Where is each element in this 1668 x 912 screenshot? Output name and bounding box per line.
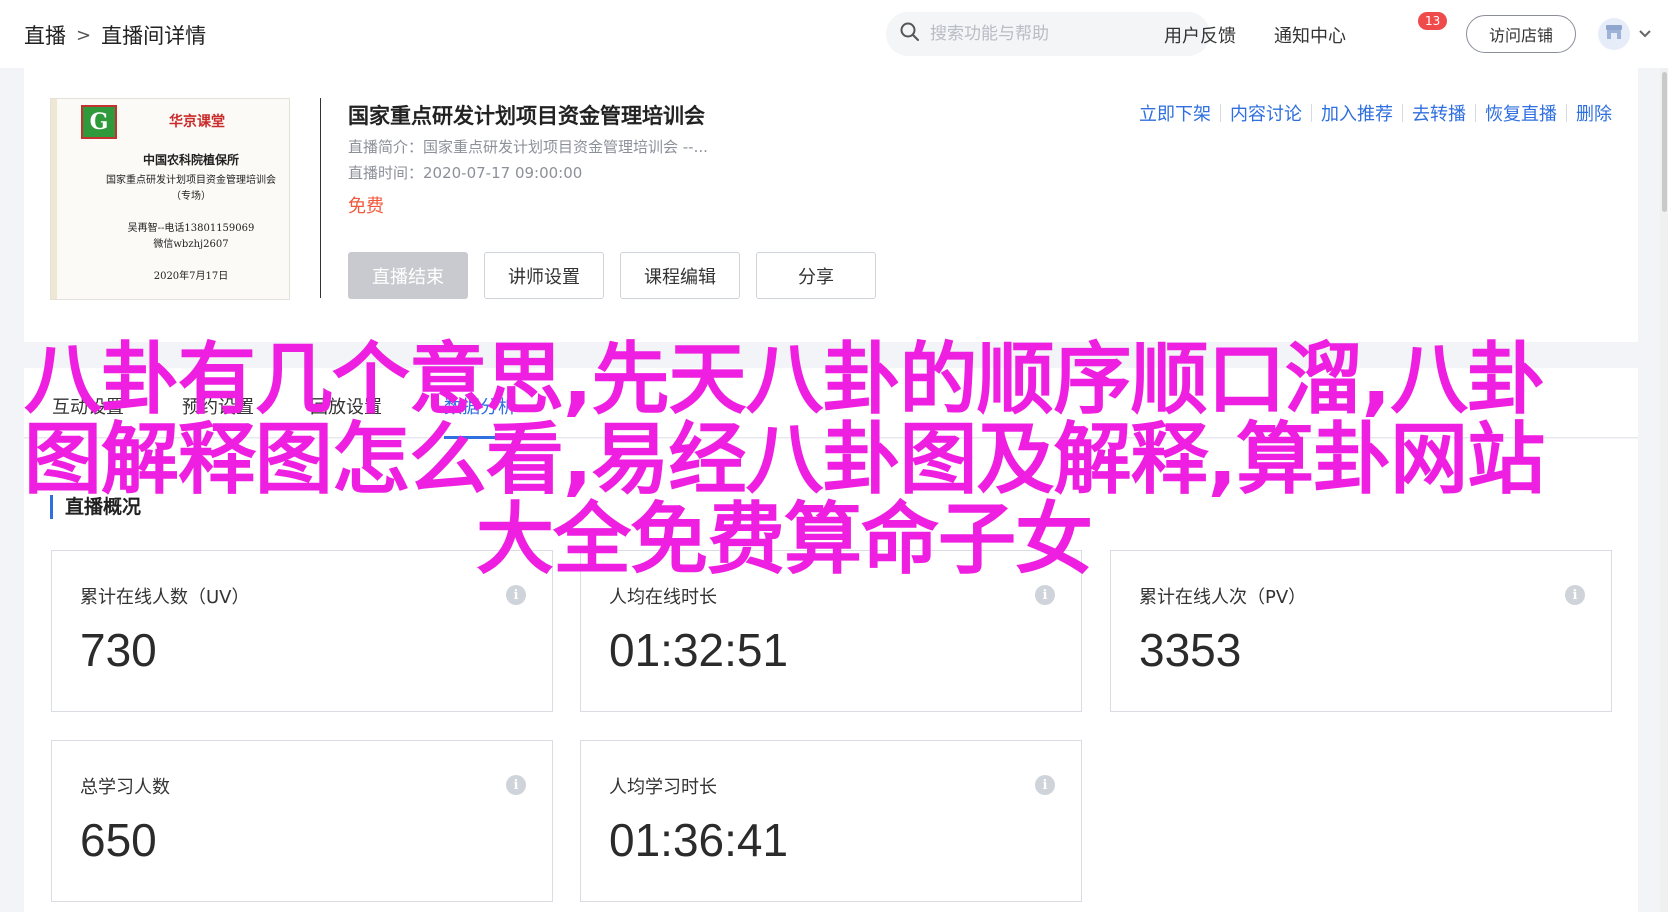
stat-card-avg-learning-time: 人均学习时长 01:36:41 i	[580, 740, 1082, 902]
store-icon	[1605, 24, 1623, 44]
cover-tag: （专场）	[171, 191, 211, 202]
brand-logo-icon: G	[81, 105, 117, 139]
stat-label: 总学习人数	[80, 777, 170, 798]
info-icon[interactable]: i	[1035, 585, 1055, 605]
end-live-button[interactable]: 直播结束	[348, 252, 468, 299]
search-input[interactable]	[930, 24, 1180, 44]
lecturer-settings-button[interactable]: 讲师设置	[484, 252, 604, 299]
delete-link[interactable]: 删除	[1576, 100, 1612, 126]
course-title: 国家重点研发计划项目资金管理培训会	[348, 104, 705, 128]
info-icon[interactable]: i	[506, 775, 526, 795]
recommend-link[interactable]: 加入推荐	[1321, 100, 1393, 126]
feedback-link[interactable]: 用户反馈	[1164, 22, 1236, 48]
action-divider	[1402, 104, 1403, 122]
share-button[interactable]: 分享	[756, 252, 876, 299]
cover-date: 2020年7月17日	[153, 271, 229, 282]
cover-subtitle: 国家重点研发计划项目资金管理培训会	[106, 175, 276, 186]
scrollbar-thumb[interactable]	[1662, 72, 1667, 212]
cover-divider	[320, 98, 321, 298]
stat-label: 累计在线人次（PV）	[1139, 587, 1307, 608]
course-time: 直播时间：2020-07-17 09:00:00	[348, 164, 583, 182]
stat-value: 3353	[1139, 624, 1242, 676]
notification-count-badge: 13	[1418, 12, 1448, 30]
stat-card-total-learners: 总学习人数 650 i	[51, 740, 553, 902]
visit-store-button[interactable]: 访问店铺	[1466, 15, 1576, 53]
cover-brand: 华京课堂	[169, 114, 225, 130]
breadcrumb-current: 直播间详情	[101, 24, 207, 48]
course-intro: 直播简介：国家重点研发计划项目资金管理培训会 --...	[348, 138, 708, 156]
breadcrumb: 直播 > 直播间详情	[24, 20, 206, 50]
stat-label: 人均学习时长	[609, 777, 717, 798]
edit-course-button[interactable]: 课程编辑	[620, 252, 740, 299]
course-actions: 立即下架 内容讨论 加入推荐 去转播 恢复直播 删除	[1139, 100, 1612, 126]
course-price: 免费	[348, 196, 384, 217]
info-icon[interactable]: i	[1035, 775, 1055, 795]
course-cover-image: G 华京课堂 中国农科院植保所 国家重点研发计划项目资金管理培训会 （专场） 吴…	[50, 98, 290, 300]
cover-contact: 吴再智--电话13801159069	[127, 223, 255, 234]
overlay-line: 图解释图怎么看,易经八卦图及解释,算卦网站	[23, 415, 1545, 505]
overlay-line: 大全免费算命子女	[475, 495, 1093, 585]
info-icon[interactable]: i	[1565, 585, 1585, 605]
rebroadcast-link[interactable]: 去转播	[1412, 100, 1466, 126]
cover-wechat: 微信wbzhj2607	[153, 239, 229, 250]
info-icon[interactable]: i	[506, 585, 526, 605]
discussion-link[interactable]: 内容讨论	[1230, 100, 1302, 126]
action-divider	[1220, 104, 1221, 122]
stat-value: 730	[80, 624, 157, 676]
notification-center-link[interactable]: 通知中心	[1274, 22, 1346, 48]
take-down-link[interactable]: 立即下架	[1139, 100, 1211, 126]
search-box[interactable]	[886, 12, 1210, 56]
action-divider	[1475, 104, 1476, 122]
breadcrumb-root[interactable]: 直播	[24, 20, 66, 50]
stat-label: 人均在线时长	[609, 587, 717, 608]
stat-label: 累计在线人数（UV）	[80, 587, 250, 608]
overlay-headline: 八卦有几个意思,先天八卦的顺序顺口溜,八卦 图解释图怎么看,易经八卦图及解释,算…	[14, 340, 1554, 580]
resume-live-link[interactable]: 恢复直播	[1485, 100, 1557, 126]
action-divider	[1566, 104, 1567, 122]
top-bar	[0, 0, 1668, 68]
action-divider	[1311, 104, 1312, 122]
cover-org: 中国农科院植保所	[142, 153, 239, 167]
breadcrumb-separator: >	[76, 24, 92, 46]
overlay-line: 八卦有几个意思,先天八卦的顺序顺口溜,八卦	[23, 335, 1545, 425]
search-icon	[900, 22, 920, 46]
stat-value: 650	[80, 814, 157, 866]
stat-value: 01:32:51	[609, 624, 789, 676]
stat-value: 01:36:41	[609, 814, 789, 866]
chevron-down-icon[interactable]	[1638, 24, 1652, 43]
store-avatar[interactable]	[1598, 18, 1630, 50]
